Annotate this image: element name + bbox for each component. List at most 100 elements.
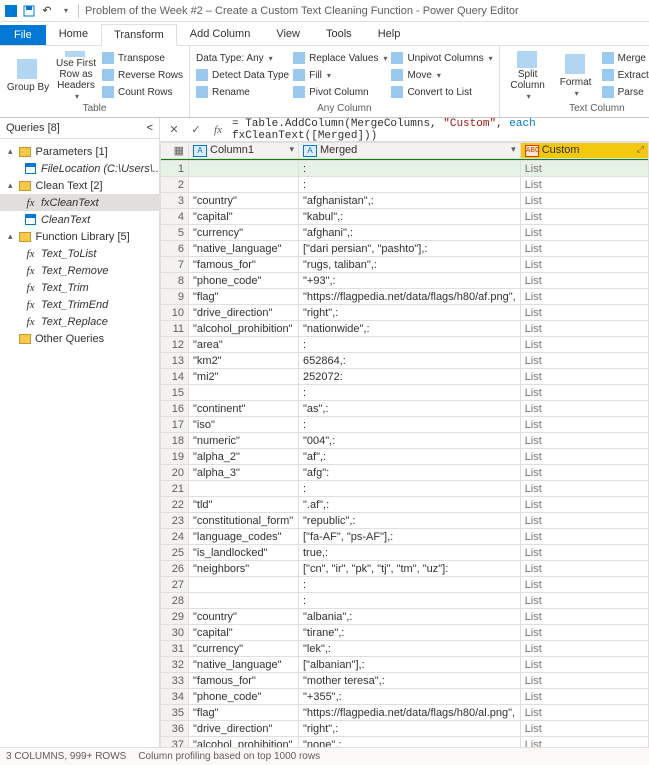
row-number[interactable]: 25	[161, 545, 189, 561]
row-number[interactable]: 31	[161, 641, 189, 657]
folder-other-queries[interactable]: Other Queries	[0, 330, 159, 347]
row-number[interactable]: 2	[161, 177, 189, 193]
row-number[interactable]: 24	[161, 529, 189, 545]
table-row[interactable]: 6"native_language"["dari persian", "pash…	[161, 241, 649, 257]
cell-merged[interactable]: :	[299, 385, 521, 401]
row-number[interactable]: 11	[161, 321, 189, 337]
cell-column1[interactable]: "neighbors"	[189, 561, 299, 577]
cell-custom[interactable]: List	[520, 673, 648, 689]
table-row[interactable]: 8"phone_code""+93",:List	[161, 273, 649, 289]
data-grid[interactable]: ▦ AColumn1▾ AMerged▾ ABCCustom⤢ 1:List2:…	[160, 142, 649, 747]
table-row[interactable]: 35"flag""https://flagpedia.net/data/flag…	[161, 705, 649, 721]
cell-custom[interactable]: List	[520, 289, 648, 305]
cell-custom[interactable]: List	[520, 721, 648, 737]
cell-merged[interactable]: "republic",:	[299, 513, 521, 529]
cell-column1[interactable]: "km2"	[189, 353, 299, 369]
cell-merged[interactable]: "none",:	[299, 737, 521, 748]
table-row[interactable]: 19"alpha_2""af",:List	[161, 449, 649, 465]
folder-parameters[interactable]: ▴Parameters [1]	[0, 143, 159, 160]
format-button[interactable]: Format	[554, 51, 598, 101]
cell-custom[interactable]: List	[520, 705, 648, 721]
folder-function-library[interactable]: ▴Function Library [5]	[0, 228, 159, 245]
cell-custom[interactable]: List	[520, 225, 648, 241]
tab-home[interactable]: Home	[46, 23, 101, 45]
table-row[interactable]: 7"famous_for""rugs, taliban",:List	[161, 257, 649, 273]
cell-merged[interactable]: "mother teresa",:	[299, 673, 521, 689]
table-row[interactable]: 18"numeric""004",:List	[161, 433, 649, 449]
column-header-column1[interactable]: AColumn1▾	[189, 143, 299, 159]
cell-custom[interactable]: List	[520, 433, 648, 449]
cell-merged[interactable]: "https://flagpedia.net/data/flags/h80/af…	[299, 289, 521, 305]
row-number[interactable]: 32	[161, 657, 189, 673]
parse-button[interactable]: Parse	[602, 85, 649, 101]
cell-custom[interactable]: List	[520, 321, 648, 337]
table-row[interactable]: 1:List	[161, 161, 649, 177]
table-row[interactable]: 22"tld"".af",:List	[161, 497, 649, 513]
cell-custom[interactable]: List	[520, 465, 648, 481]
cell-column1[interactable]: "alcohol_prohibition"	[189, 737, 299, 748]
cell-column1[interactable]: "alpha_2"	[189, 449, 299, 465]
cell-merged[interactable]: true,:	[299, 545, 521, 561]
cell-column1[interactable]: "iso"	[189, 417, 299, 433]
row-number[interactable]: 3	[161, 193, 189, 209]
row-number[interactable]: 12	[161, 337, 189, 353]
row-number[interactable]: 18	[161, 433, 189, 449]
row-number[interactable]: 9	[161, 289, 189, 305]
extract-button[interactable]: Extract	[602, 68, 649, 84]
row-number[interactable]: 10	[161, 305, 189, 321]
cell-column1[interactable]: "drive_direction"	[189, 721, 299, 737]
cell-merged[interactable]: "004",:	[299, 433, 521, 449]
cell-column1[interactable]: "phone_code"	[189, 689, 299, 705]
cell-merged[interactable]: "afg":	[299, 465, 521, 481]
cell-column1[interactable]	[189, 481, 299, 497]
folder-clean-text[interactable]: ▴Clean Text [2]	[0, 177, 159, 194]
detect-data-type-button[interactable]: Detect Data Type	[196, 68, 289, 84]
cell-column1[interactable]: "language_codes"	[189, 529, 299, 545]
query-text-replace[interactable]: fxText_Replace	[0, 313, 159, 330]
cell-merged[interactable]: 252072:	[299, 369, 521, 385]
cell-column1[interactable]: "capital"	[189, 209, 299, 225]
tab-transform[interactable]: Transform	[101, 24, 177, 46]
count-rows-button[interactable]: Count Rows	[102, 85, 183, 101]
cell-column1[interactable]	[189, 577, 299, 593]
row-number[interactable]: 29	[161, 609, 189, 625]
row-number[interactable]: 13	[161, 353, 189, 369]
column-header-custom[interactable]: ABCCustom⤢	[520, 143, 648, 159]
cell-merged[interactable]: "afghani",:	[299, 225, 521, 241]
cell-merged[interactable]: "lek",:	[299, 641, 521, 657]
table-row[interactable]: 24"language_codes"["fa-AF", "ps-AF"],:Li…	[161, 529, 649, 545]
cell-custom[interactable]: List	[520, 417, 648, 433]
table-row[interactable]: 27:List	[161, 577, 649, 593]
row-number[interactable]: 15	[161, 385, 189, 401]
cell-column1[interactable]: "alpha_3"	[189, 465, 299, 481]
tab-add-column[interactable]: Add Column	[177, 23, 264, 45]
type-any-icon[interactable]: ABC	[525, 145, 539, 157]
table-row[interactable]: 4"capital""kabul",:List	[161, 209, 649, 225]
table-row[interactable]: 20"alpha_3""afg":List	[161, 465, 649, 481]
table-row[interactable]: 16"continent""as",:List	[161, 401, 649, 417]
cell-column1[interactable]	[189, 177, 299, 193]
cell-merged[interactable]: "+93",:	[299, 273, 521, 289]
cell-custom[interactable]: List	[520, 337, 648, 353]
query-text-trimend[interactable]: fxText_TrimEnd	[0, 296, 159, 313]
cell-merged[interactable]: :	[299, 481, 521, 497]
cell-column1[interactable]: "currency"	[189, 641, 299, 657]
row-number[interactable]: 16	[161, 401, 189, 417]
row-number[interactable]: 36	[161, 721, 189, 737]
cell-merged[interactable]: :	[299, 161, 521, 177]
move-button[interactable]: Move	[391, 68, 492, 84]
row-number[interactable]: 5	[161, 225, 189, 241]
formula-cancel-icon[interactable]: ✕	[166, 122, 182, 138]
tab-help[interactable]: Help	[365, 23, 414, 45]
cell-custom[interactable]: List	[520, 193, 648, 209]
query-filelocation[interactable]: FileLocation (C:\Users\...)	[0, 160, 159, 177]
cell-column1[interactable]: "native_language"	[189, 657, 299, 673]
table-row[interactable]: 9"flag""https://flagpedia.net/data/flags…	[161, 289, 649, 305]
qat-dropdown-icon[interactable]	[58, 4, 72, 18]
type-text-icon[interactable]: A	[193, 145, 207, 157]
row-number[interactable]: 30	[161, 625, 189, 641]
cell-custom[interactable]: List	[520, 481, 648, 497]
cell-merged[interactable]: :	[299, 593, 521, 609]
cell-custom[interactable]: List	[520, 353, 648, 369]
cell-column1[interactable]: "constitutional_form"	[189, 513, 299, 529]
